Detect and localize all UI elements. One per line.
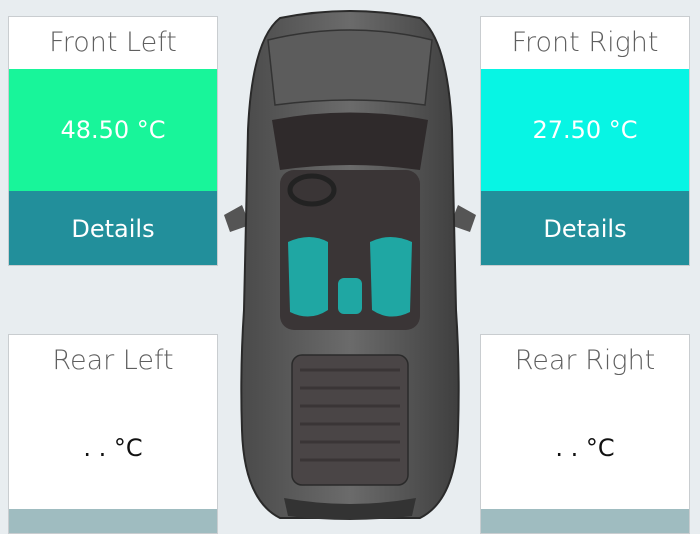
front-right-title: Front Right xyxy=(511,27,659,58)
rear-right-details-button[interactable] xyxy=(481,509,689,533)
hood xyxy=(267,29,433,106)
car-top-view-illustration xyxy=(224,10,476,520)
rear-left-temperature: . . °C xyxy=(83,434,143,462)
engine-cover xyxy=(291,354,409,486)
front-right-card: Front Right 27.50 °C Details xyxy=(480,16,690,266)
rear-left-card: Rear Left . . °C xyxy=(8,334,218,534)
front-right-details-button[interactable]: Details xyxy=(481,191,689,265)
rear-left-title: Rear Left xyxy=(52,345,174,376)
windshield xyxy=(272,112,428,170)
front-left-title: Front Left xyxy=(49,27,177,58)
rear-right-card: Rear Right . . °C xyxy=(480,334,690,534)
rear-right-temperature: . . °C xyxy=(555,434,615,462)
center-console xyxy=(338,278,362,314)
front-left-temperature: 48.50 °C xyxy=(9,69,217,191)
front-left-details-button[interactable]: Details xyxy=(9,191,217,265)
front-left-card: Front Left 48.50 °C Details xyxy=(8,16,218,266)
rear-right-title: Rear Right xyxy=(514,345,656,376)
left-seat xyxy=(288,237,328,317)
rear-left-details-button[interactable] xyxy=(9,509,217,533)
right-seat xyxy=(370,237,412,317)
front-right-temperature: 27.50 °C xyxy=(481,69,689,191)
